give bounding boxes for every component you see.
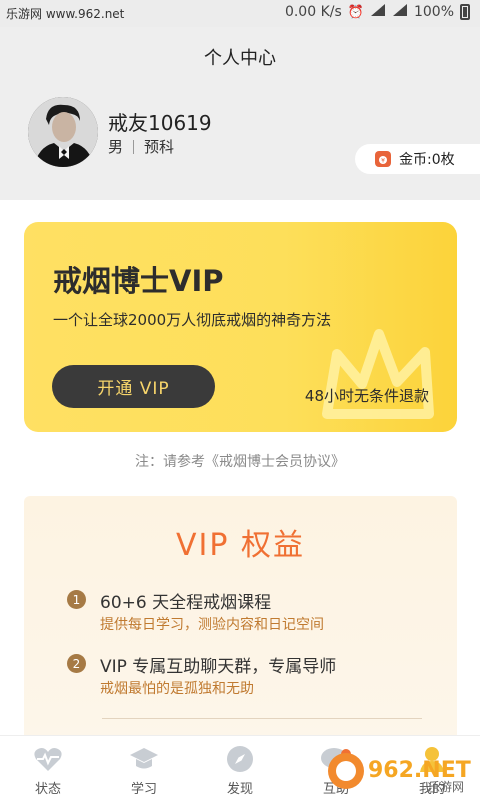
- svg-text:¥: ¥: [381, 158, 385, 165]
- benefit-title: VIP 专属互助聊天群，专属导师: [100, 657, 337, 677]
- battery-level: 100%: [413, 4, 454, 20]
- divider: [102, 718, 422, 719]
- status-bar: 乐游网 www.962.net 0.00 K/s ⏰ 100%: [0, 0, 480, 27]
- benefits-title: VIP 权益: [176, 528, 305, 563]
- agreement-note[interactable]: 注：请参考《戒烟博士会员协议》: [0, 451, 480, 471]
- username: 戒友10619: [108, 111, 212, 135]
- tab-label: 学习: [130, 782, 157, 797]
- profile-meta: 男 预科: [108, 136, 174, 157]
- vip-title: 戒烟博士VIP: [53, 264, 224, 298]
- coins-label: 金币:0枚: [399, 152, 455, 168]
- alarm-icon: ⏰: [347, 4, 364, 20]
- benefit-title: 60+6 天全程戒烟课程: [100, 593, 272, 613]
- avatar[interactable]: [28, 97, 98, 167]
- gender-label: 男: [108, 138, 124, 156]
- status-icons: 0.00 K/s ⏰ 100%: [285, 3, 470, 21]
- crown-icon: [322, 329, 434, 419]
- page-title: 个人中心: [204, 48, 276, 69]
- heartbeat-icon: [33, 744, 63, 774]
- site-watermark-text: 乐游网 www.962.net: [6, 7, 125, 21]
- network-speed: 0.00 K/s: [284, 4, 342, 20]
- coin-bag-icon: ¥: [375, 151, 391, 167]
- compass-icon: [226, 744, 254, 774]
- meta-divider: [133, 139, 135, 154]
- profile-header: 个人中心 戒友10619 男 预科 ¥ 金币:0枚: [0, 27, 480, 200]
- vip-benefits-card: VIP 权益 1 60+6 天全程戒烟课程 提供每日学习，测验内容和日记空间 2…: [24, 496, 457, 746]
- tab-discover[interactable]: 发现: [192, 736, 288, 800]
- tab-label: 发现: [226, 782, 253, 797]
- battery-icon: [460, 4, 470, 20]
- level-label: 预科: [144, 138, 175, 156]
- signal-icon: [370, 3, 386, 21]
- watermark-logo-sub: 乐游网: [428, 780, 464, 794]
- benefit-description: 戒烟最怕的是孤独和无助: [100, 681, 254, 697]
- graduation-cap-icon: [128, 744, 160, 774]
- benefit-number: 2: [67, 654, 86, 673]
- refund-note: 48小时无条件退款: [304, 387, 429, 405]
- vip-subtitle: 一个让全球2000万人彻底戒烟的神奇方法: [53, 311, 332, 329]
- benefit-number: 1: [67, 590, 86, 609]
- open-vip-button[interactable]: 开通 VIP: [52, 365, 215, 408]
- site-watermark-logo: 962.NET 乐游网: [324, 745, 474, 795]
- coins-badge[interactable]: ¥ 金币:0枚: [355, 144, 480, 174]
- signal-icon-2: [392, 3, 408, 21]
- benefit-description: 提供每日学习，测验内容和日记空间: [100, 617, 324, 633]
- tab-label: 状态: [34, 782, 61, 797]
- tab-status[interactable]: 状态: [0, 736, 96, 800]
- vip-card[interactable]: 戒烟博士VIP 一个让全球2000万人彻底戒烟的神奇方法 开通 VIP 48小时…: [24, 222, 457, 432]
- tab-learn[interactable]: 学习: [96, 736, 192, 800]
